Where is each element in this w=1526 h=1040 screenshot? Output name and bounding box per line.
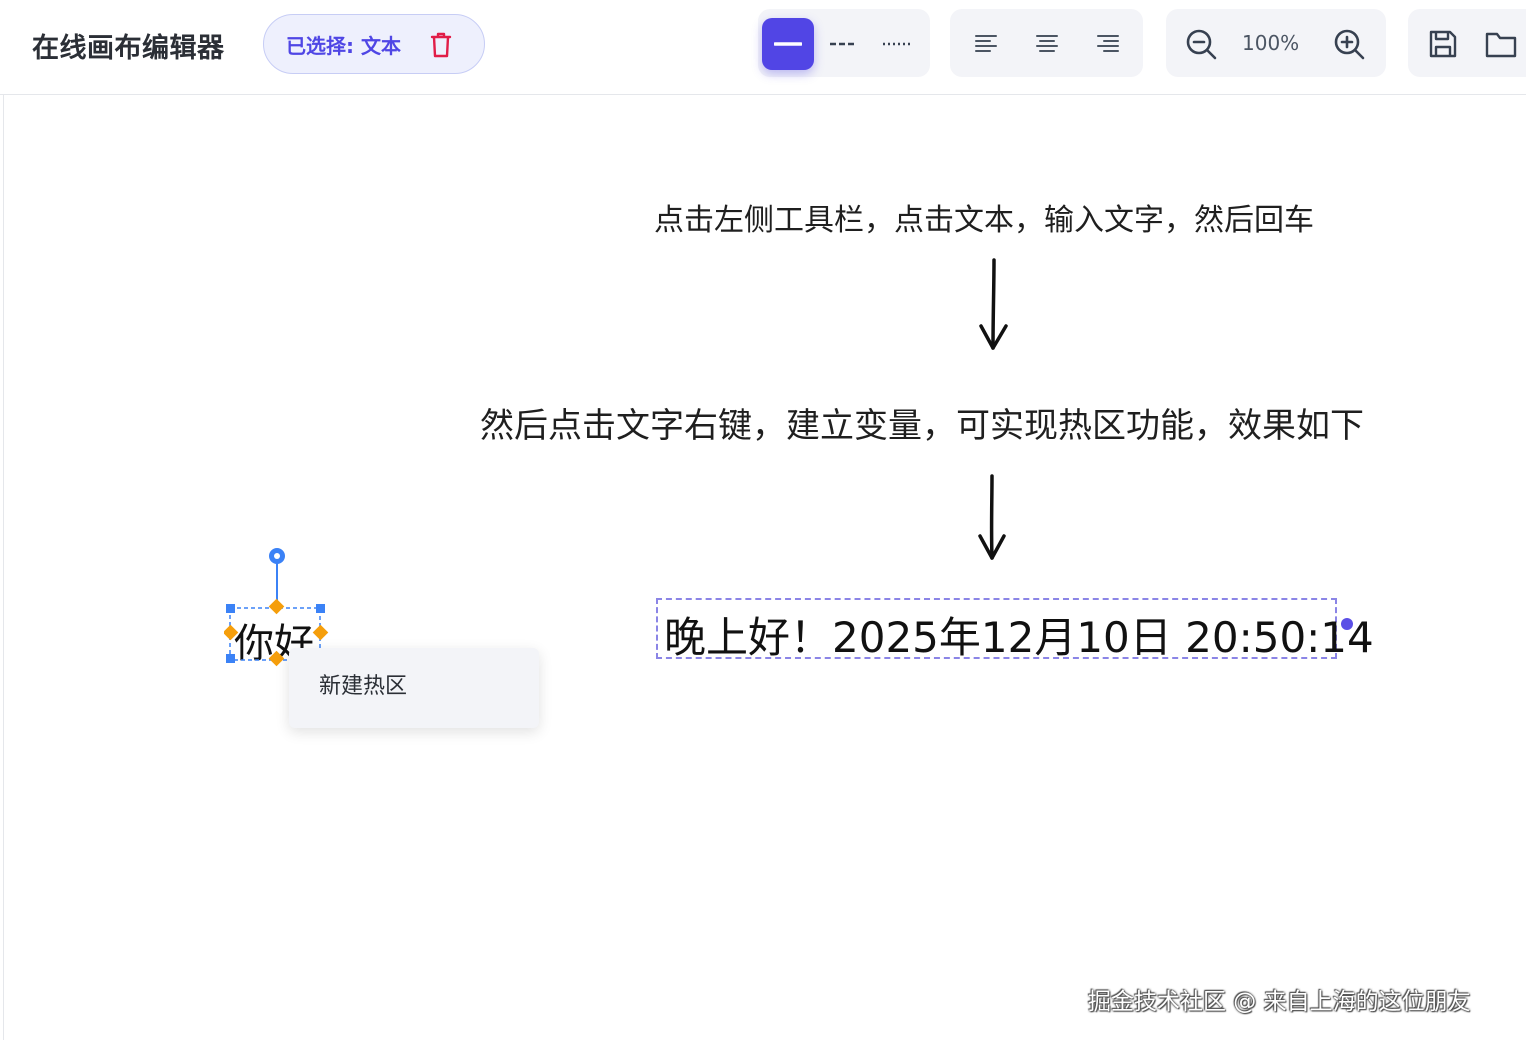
hotspot-handle[interactable] xyxy=(1341,618,1353,630)
align-center-icon xyxy=(1036,35,1058,52)
trash-icon xyxy=(430,32,452,58)
line-style-group xyxy=(758,9,930,77)
folder-icon xyxy=(1485,32,1517,58)
solid-line-icon xyxy=(774,42,802,46)
greeting-datetime-text: 晚上好！2025年12月10日 20:50:14 xyxy=(664,613,1374,662)
align-right-button[interactable] xyxy=(1086,23,1130,63)
variable-text-hotspot[interactable]: 晚上好！2025年12月10日 20:50:14 xyxy=(656,598,1374,662)
selection-label: 已选择: 文本 xyxy=(286,33,401,58)
instruction-text-1[interactable]: 点击左侧工具栏，点击文本，输入文字，然后回车 xyxy=(654,195,1314,239)
align-left-button[interactable] xyxy=(964,23,1008,63)
delete-selection-button[interactable] xyxy=(428,30,454,60)
arrow-down-2[interactable] xyxy=(972,472,1012,566)
dotted-line-icon xyxy=(883,42,911,46)
align-center-button[interactable] xyxy=(1025,23,1069,63)
zoom-group: 100% xyxy=(1166,9,1386,77)
line-dotted-button[interactable] xyxy=(874,18,920,70)
text-align-group xyxy=(950,9,1143,77)
open-folder-button[interactable] xyxy=(1480,23,1522,65)
line-solid-button[interactable] xyxy=(762,18,814,70)
align-left-icon xyxy=(975,35,997,52)
zoom-in-button[interactable] xyxy=(1328,23,1370,65)
zoom-level-readout: 100% xyxy=(1242,31,1300,55)
context-menu: 新建热区 xyxy=(289,648,539,728)
watermark: 掘金技术社区 @ 来自上海的这位朋友 xyxy=(1088,989,1471,1015)
line-dashed-button[interactable] xyxy=(820,18,864,70)
app-title: 在线画布编辑器 xyxy=(32,33,225,64)
top-toolbar: 在线画布编辑器 已选择: 文本 100% xyxy=(0,0,1526,95)
drawing-canvas[interactable]: 点击左侧工具栏，点击文本，输入文字，然后回车 然后点击文字右键，建立变量，可实现… xyxy=(4,96,1526,1040)
zoom-out-icon xyxy=(1186,29,1217,60)
canvas-editor-app: 在线画布编辑器 已选择: 文本 100% 点击左侧工具栏，点击文本，输入文字，然… xyxy=(0,0,1526,1040)
save-button[interactable] xyxy=(1422,23,1464,65)
file-group xyxy=(1408,9,1526,77)
selection-indicator: 已选择: 文本 xyxy=(263,14,485,74)
menu-item-new-hotspot[interactable]: 新建热区 xyxy=(289,648,539,720)
zoom-out-button[interactable] xyxy=(1180,23,1222,65)
arrow-down-1[interactable] xyxy=(974,256,1014,356)
dashed-line-icon xyxy=(830,42,854,46)
instruction-text-2[interactable]: 然后点击文字右键，建立变量，可实现热区功能，效果如下 xyxy=(480,398,1364,447)
align-right-icon xyxy=(1097,35,1119,52)
save-icon xyxy=(1429,30,1457,58)
zoom-in-icon xyxy=(1334,29,1365,60)
